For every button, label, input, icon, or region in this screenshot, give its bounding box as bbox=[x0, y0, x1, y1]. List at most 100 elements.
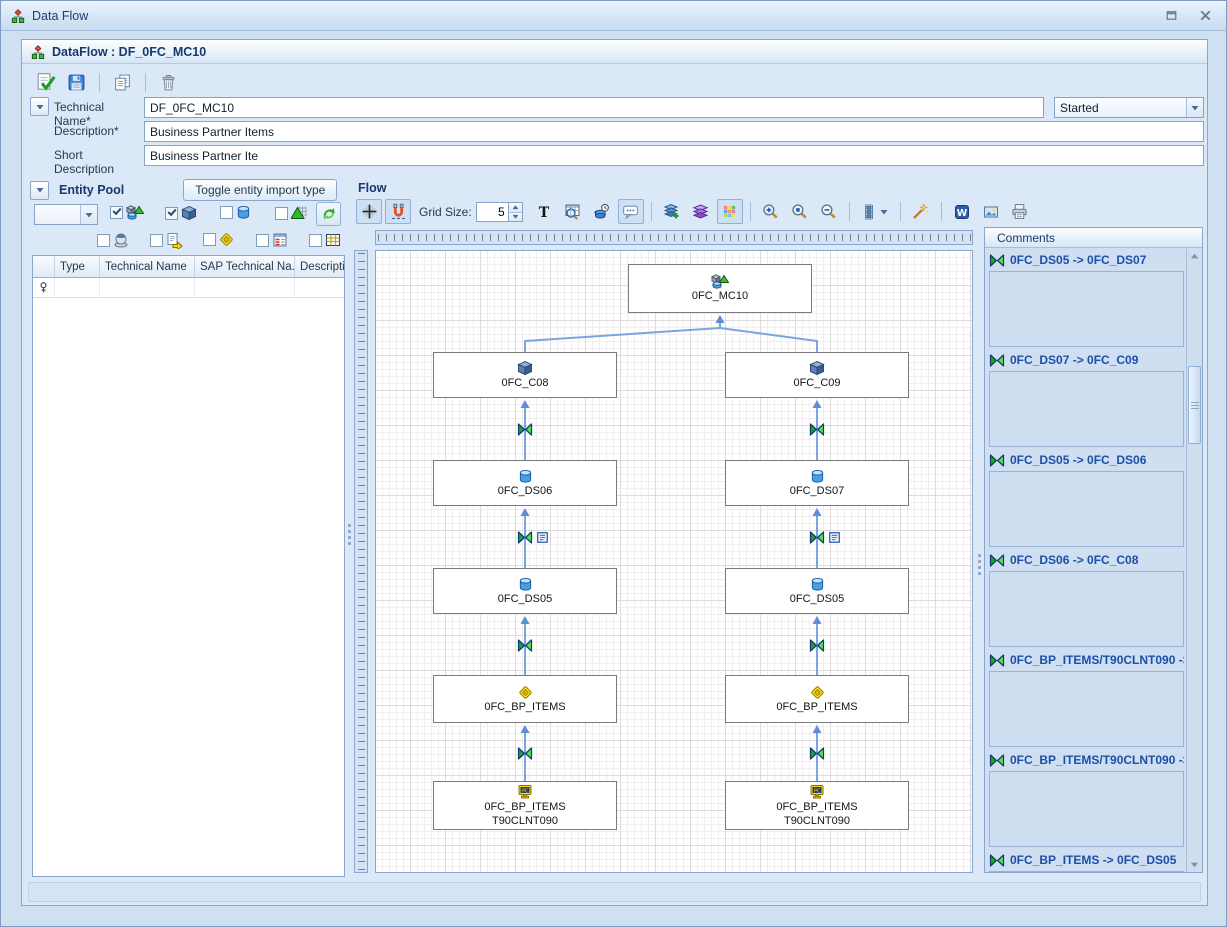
print-button[interactable] bbox=[1007, 199, 1033, 224]
transformation-icon[interactable] bbox=[517, 530, 533, 544]
layout-vertical-button[interactable] bbox=[857, 199, 893, 224]
short-description-input[interactable] bbox=[144, 145, 1204, 166]
node-0FC_BP_ITEMS-T90CLNT090[interactable]: PC0FC_BP_ITEMST90CLNT090 bbox=[725, 781, 909, 830]
pin-icon[interactable] bbox=[33, 278, 55, 297]
technical-name-input[interactable] bbox=[144, 97, 1044, 118]
transformation-icon[interactable] bbox=[809, 530, 825, 544]
table-grid-checkbox[interactable] bbox=[309, 234, 322, 247]
zoom-in-button[interactable] bbox=[758, 199, 784, 224]
scroll-down-icon[interactable] bbox=[1187, 857, 1202, 872]
form-collapse-button[interactable] bbox=[30, 97, 49, 116]
comment-text-box[interactable] bbox=[989, 671, 1184, 747]
spin-up-icon[interactable] bbox=[509, 203, 522, 212]
entity-pool-collapse-button[interactable] bbox=[30, 181, 49, 200]
comment-text-box[interactable] bbox=[989, 271, 1184, 347]
routine-icon[interactable] bbox=[828, 530, 841, 544]
comments-scrollbar[interactable] bbox=[1186, 249, 1202, 872]
node-0FC_BP_ITEMS[interactable]: 0FC_BP_ITEMS bbox=[725, 675, 909, 723]
node-0FC_BP_ITEMS-T90CLNT090[interactable]: PC0FC_BP_ITEMST90CLNT090 bbox=[433, 781, 617, 830]
filter-table-grid[interactable] bbox=[309, 232, 341, 248]
table-column-header[interactable]: Type bbox=[55, 256, 100, 277]
transformation-icon[interactable] bbox=[517, 422, 533, 436]
text-button[interactable]: T bbox=[531, 199, 557, 224]
filter-infoset[interactable] bbox=[275, 205, 308, 221]
save-button[interactable] bbox=[63, 69, 90, 95]
transformation-icon[interactable] bbox=[517, 638, 533, 652]
node-0FC_DS05[interactable]: 0FC_DS05 bbox=[725, 568, 909, 614]
node-0FC_DS06[interactable]: 0FC_DS06 bbox=[433, 460, 617, 506]
node-0FC_DS07[interactable]: 0FC_DS07 bbox=[725, 460, 909, 506]
scroll-up-icon[interactable] bbox=[1187, 249, 1202, 264]
table-column-header[interactable]: Technical Name bbox=[100, 256, 195, 277]
table-column-header[interactable]: SAP Technical Na... bbox=[195, 256, 295, 277]
chevron-down-icon[interactable] bbox=[879, 205, 889, 219]
comment-text-box[interactable] bbox=[989, 771, 1184, 847]
chevron-down-icon[interactable] bbox=[1186, 98, 1203, 117]
right-splitter[interactable] bbox=[976, 547, 983, 581]
query-checkbox[interactable] bbox=[256, 234, 269, 247]
transformation-icon[interactable] bbox=[809, 638, 825, 652]
node-0FC_DS05[interactable]: 0FC_DS05 bbox=[433, 568, 617, 614]
filter-multiprovider[interactable] bbox=[110, 205, 144, 220]
node-0FC_C09[interactable]: 0FC_C09 bbox=[725, 352, 909, 398]
grid-size-input[interactable] bbox=[476, 202, 508, 222]
status-combobox[interactable]: Started bbox=[1054, 97, 1204, 118]
copy-button[interactable] bbox=[109, 69, 136, 95]
description-input[interactable] bbox=[144, 121, 1204, 142]
scrollbar-thumb[interactable] bbox=[1188, 366, 1201, 444]
grid-crosshair-button[interactable] bbox=[356, 199, 382, 224]
main-toolbar bbox=[32, 68, 182, 96]
infoset-checkbox[interactable] bbox=[275, 207, 288, 220]
infosource-checkbox[interactable] bbox=[203, 233, 216, 246]
word-export-button[interactable]: W bbox=[949, 199, 975, 224]
dso-checkbox[interactable] bbox=[220, 206, 233, 219]
entity-table-filter-row[interactable] bbox=[33, 278, 344, 298]
panel-title: DataFlow : DF_0FC_MC10 bbox=[52, 45, 206, 59]
stack-add-button[interactable] bbox=[659, 199, 685, 224]
data-preview-button[interactable] bbox=[589, 199, 615, 224]
multiprovider-checkbox[interactable] bbox=[110, 206, 123, 219]
restore-button[interactable] bbox=[1160, 7, 1182, 25]
filter-infocube[interactable] bbox=[165, 205, 197, 221]
table-zoom-button[interactable] bbox=[560, 199, 586, 224]
transformation-icon[interactable] bbox=[809, 422, 825, 436]
datasource-doc-checkbox[interactable] bbox=[150, 234, 163, 247]
filter-datasource-doc[interactable] bbox=[150, 232, 183, 249]
node-0FC_MC10[interactable]: 0FC_MC10 bbox=[628, 264, 812, 313]
spin-down-icon[interactable] bbox=[509, 212, 522, 221]
close-button[interactable] bbox=[1194, 7, 1216, 25]
filter-infosource[interactable] bbox=[203, 232, 234, 247]
grid-size-stepper[interactable] bbox=[476, 202, 523, 222]
delete-button[interactable] bbox=[155, 69, 182, 95]
magic-wand-button[interactable] bbox=[908, 199, 934, 224]
table-column-header[interactable]: Description Lo... bbox=[295, 256, 344, 277]
refresh-button[interactable] bbox=[316, 202, 341, 226]
color-grid-button[interactable] bbox=[717, 199, 743, 224]
image-export-button[interactable] bbox=[978, 199, 1004, 224]
infocube-checkbox[interactable] bbox=[165, 207, 178, 220]
transformation-icon[interactable] bbox=[517, 746, 533, 760]
routine-icon[interactable] bbox=[536, 530, 549, 544]
comment-text-box[interactable] bbox=[989, 571, 1184, 647]
comment-bubble-button[interactable] bbox=[618, 199, 644, 224]
toggle-entity-import-type-button[interactable]: Toggle entity import type bbox=[183, 179, 337, 201]
node-0FC_C08[interactable]: 0FC_C08 bbox=[433, 352, 617, 398]
comment-title: 0FC_DS05 -> 0FC_DS07 bbox=[989, 251, 1184, 269]
node-0FC_BP_ITEMS[interactable]: 0FC_BP_ITEMS bbox=[433, 675, 617, 723]
comment-title-text: 0FC_BP_ITEMS/T90CLNT090 -> 0 bbox=[1010, 653, 1184, 667]
filter-query[interactable] bbox=[256, 232, 288, 248]
zoom-original-button[interactable] bbox=[787, 199, 813, 224]
activate-button[interactable] bbox=[32, 69, 59, 95]
filter-openhub[interactable] bbox=[97, 232, 129, 248]
left-splitter[interactable] bbox=[346, 517, 353, 551]
openhub-checkbox[interactable] bbox=[97, 234, 110, 247]
comment-text-box[interactable] bbox=[989, 471, 1184, 547]
comment-text-box[interactable] bbox=[989, 871, 1184, 872]
flow-canvas[interactable]: 0FC_MC100FC_C08 0FC_C09 0FC_DS06 0FC_DS07 0F… bbox=[375, 250, 973, 873]
magnet-button[interactable] bbox=[385, 199, 411, 224]
filter-dso[interactable] bbox=[220, 205, 251, 220]
zoom-out-button[interactable] bbox=[816, 199, 842, 224]
layers-button[interactable] bbox=[688, 199, 714, 224]
transformation-icon[interactable] bbox=[809, 746, 825, 760]
comment-text-box[interactable] bbox=[989, 371, 1184, 447]
